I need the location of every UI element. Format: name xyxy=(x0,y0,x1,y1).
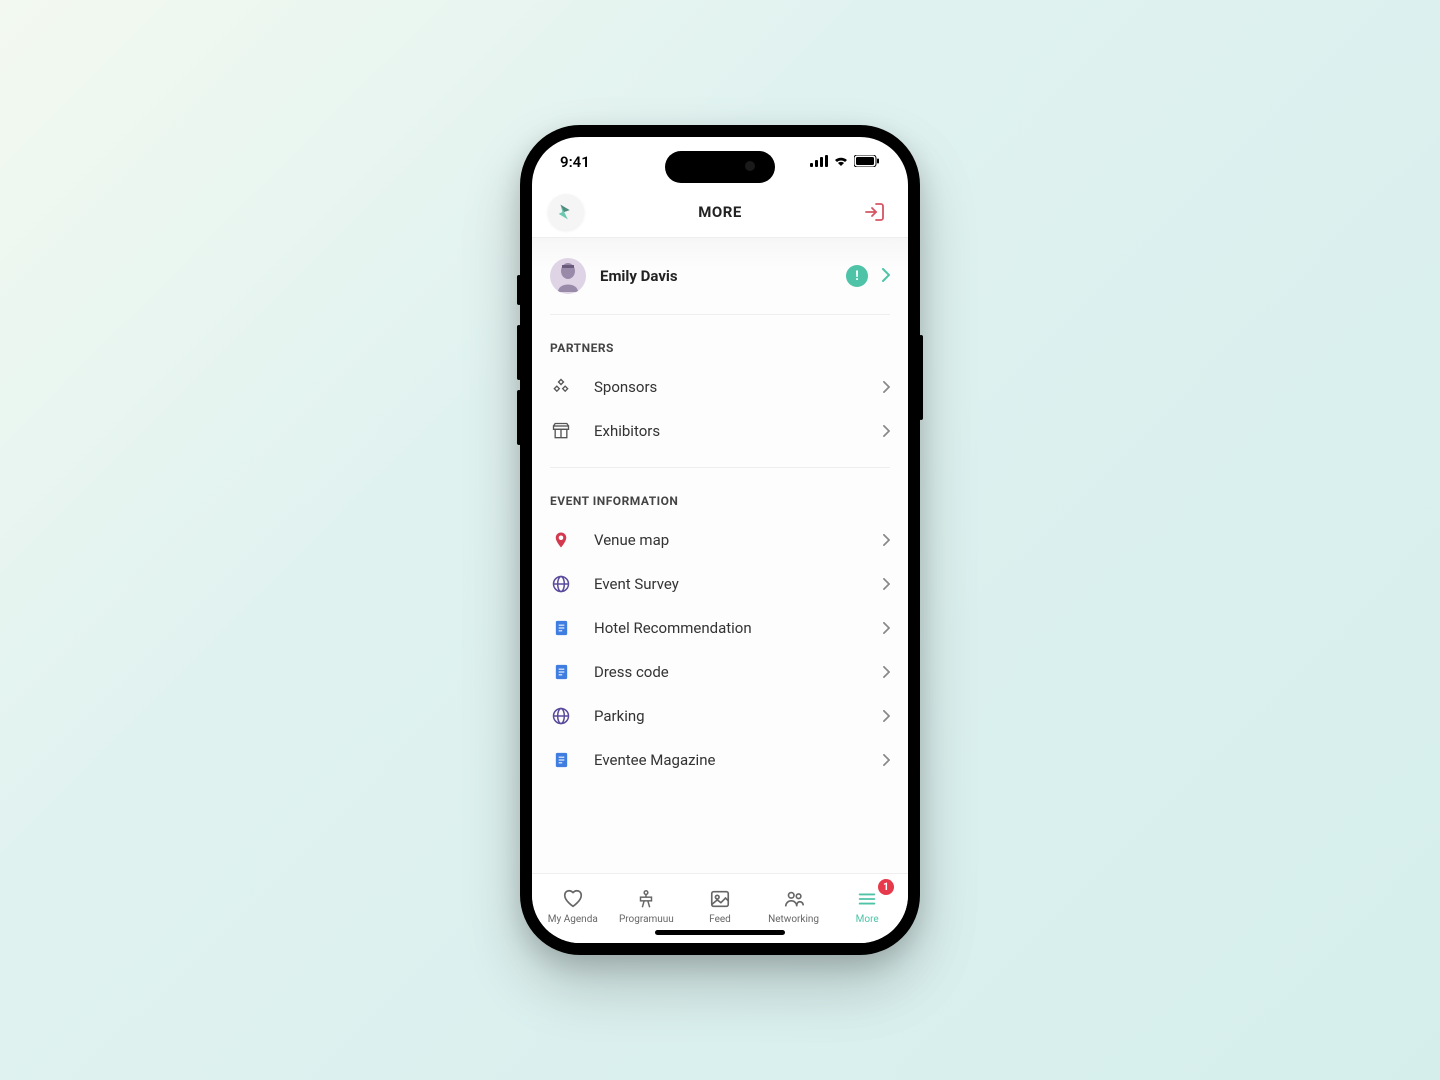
pin-icon xyxy=(550,529,572,551)
chevron-right-icon xyxy=(883,531,890,550)
tab-label: Programuuu xyxy=(619,914,674,925)
tab-label: Feed xyxy=(709,914,731,925)
chevron-right-icon xyxy=(883,751,890,770)
heart-icon xyxy=(561,887,585,911)
tab-badge: 1 xyxy=(878,879,894,895)
app-logo[interactable] xyxy=(548,194,584,230)
document-icon xyxy=(550,749,572,771)
list-label: Hotel Recommendation xyxy=(594,619,861,637)
section-header-event-info: EVENT INFORMATION xyxy=(532,468,908,518)
home-indicator[interactable] xyxy=(655,930,785,935)
dynamic-island xyxy=(665,151,775,183)
list-item-venue-map[interactable]: Venue map xyxy=(532,518,908,562)
battery-icon xyxy=(854,153,880,171)
list-label: Venue map xyxy=(594,531,861,549)
wifi-icon xyxy=(833,153,849,171)
tab-label: Networking xyxy=(768,914,819,925)
page-title: MORE xyxy=(698,203,742,221)
tab-more[interactable]: More 1 xyxy=(830,879,904,933)
chevron-right-icon xyxy=(883,378,890,397)
phone-frame: 9:41 MORE xyxy=(520,125,920,955)
exhibitors-icon xyxy=(550,420,572,442)
document-icon xyxy=(550,617,572,639)
list-item-parking[interactable]: Parking xyxy=(532,694,908,738)
document-icon xyxy=(550,661,572,683)
section-header-partners: PARTNERS xyxy=(532,315,908,365)
image-icon xyxy=(708,887,732,911)
list-label: Eventee Magazine xyxy=(594,751,861,769)
menu-icon xyxy=(855,887,879,911)
chevron-right-icon xyxy=(883,707,890,726)
chevron-right-icon xyxy=(882,267,890,286)
chevron-right-icon xyxy=(883,619,890,638)
sponsors-icon xyxy=(550,376,572,398)
nav-header: MORE xyxy=(532,187,908,237)
list-item-dress-code[interactable]: Dress code xyxy=(532,650,908,694)
alert-badge-icon: ! xyxy=(846,265,868,287)
chevron-right-icon xyxy=(883,422,890,441)
list-label: Dress code xyxy=(594,663,861,681)
list-item-sponsors[interactable]: Sponsors xyxy=(532,365,908,409)
list-label: Event Survey xyxy=(594,575,861,593)
globe-icon xyxy=(550,705,572,727)
profile-row[interactable]: Emily Davis ! xyxy=(532,238,908,314)
list-item-hotel-recommendation[interactable]: Hotel Recommendation xyxy=(532,606,908,650)
tab-my-agenda[interactable]: My Agenda xyxy=(536,879,610,933)
globe-icon xyxy=(550,573,572,595)
phone-screen: 9:41 MORE xyxy=(532,137,908,943)
people-icon xyxy=(782,887,806,911)
list-label: Sponsors xyxy=(594,378,861,396)
list-item-eventee-magazine[interactable]: Eventee Magazine xyxy=(532,738,908,782)
podium-icon xyxy=(634,887,658,911)
status-time: 9:41 xyxy=(560,153,590,171)
tab-label: More xyxy=(856,914,879,925)
tab-program[interactable]: Programuuu xyxy=(610,879,684,933)
chevron-right-icon xyxy=(883,663,890,682)
list-label: Exhibitors xyxy=(594,422,861,440)
tab-networking[interactable]: Networking xyxy=(757,879,831,933)
cellular-icon xyxy=(810,153,828,171)
avatar xyxy=(550,258,586,294)
exit-button[interactable] xyxy=(856,194,892,230)
tab-feed[interactable]: Feed xyxy=(683,879,757,933)
chevron-right-icon xyxy=(883,575,890,594)
tab-label: My Agenda xyxy=(548,914,598,925)
profile-name: Emily Davis xyxy=(600,267,832,285)
content-area: Emily Davis ! PARTNERS Sponsors xyxy=(532,237,908,873)
list-item-exhibitors[interactable]: Exhibitors xyxy=(532,409,908,453)
list-item-event-survey[interactable]: Event Survey xyxy=(532,562,908,606)
list-label: Parking xyxy=(594,707,861,725)
